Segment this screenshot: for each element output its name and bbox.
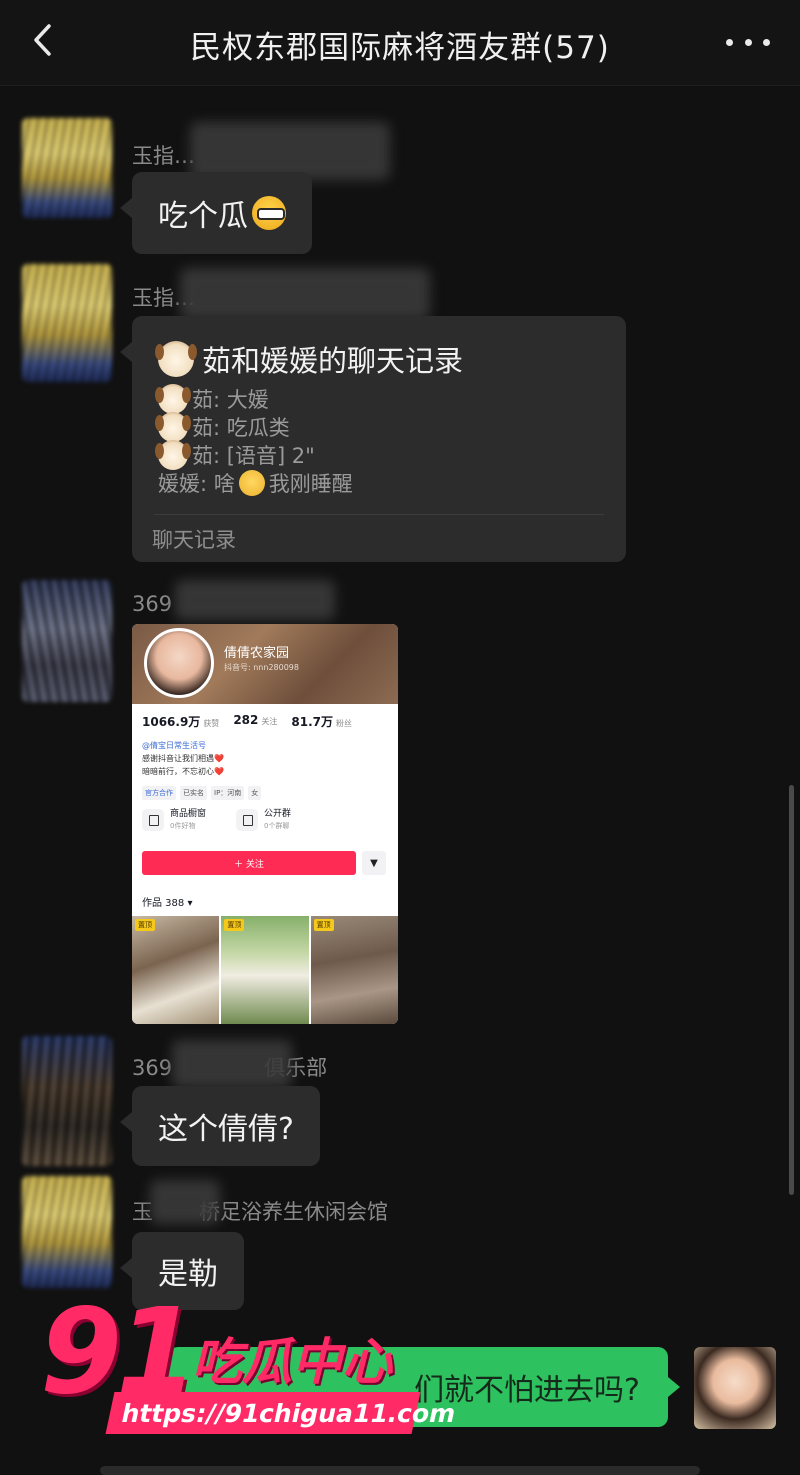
melon-eating-emoji-icon <box>252 196 286 230</box>
profile-name: 倩倩农家园 <box>224 646 290 661</box>
video-thumbnail: 置顶 <box>221 916 309 1024</box>
my-avatar[interactable] <box>694 1347 776 1429</box>
back-button[interactable] <box>22 18 66 62</box>
avatar[interactable] <box>22 118 112 218</box>
video-thumbnail: 置顶 <box>310 916 398 1024</box>
dropdown-icon: ▼ <box>362 851 386 875</box>
record-line: 茹: 吃瓜类 <box>155 412 290 442</box>
dog-emoji-icon <box>155 341 197 377</box>
profile-id: 抖音号: nnn280098 <box>224 663 299 672</box>
follow-button: ＋ 关注 <box>142 851 356 875</box>
avatar[interactable] <box>22 1036 112 1166</box>
input-bar <box>100 1466 700 1475</box>
message-bubble[interactable]: 吃个瓜 <box>120 172 312 254</box>
chat-record-title: 茹和媛媛的聊天记录 <box>202 344 464 378</box>
divider <box>154 514 604 515</box>
redaction-smudge <box>175 580 335 620</box>
sender-name: 369 <box>132 592 173 616</box>
works-count: 作品 388 ▾ <box>142 898 193 909</box>
video-thumbnails: 置顶 置顶 置顶 <box>132 916 398 1024</box>
chevron-left-icon <box>34 24 51 56</box>
profile-bio: 暗暗前行，不忘初心❤️ <box>142 767 224 776</box>
profile-stats: 1066.9万 获赞 282 关注 81.7万 粉丝 <box>142 713 352 729</box>
profile-cover: 倩倩农家园 抖音号: nnn280098 <box>132 624 398 704</box>
chat-record-card[interactable]: 茹和媛媛的聊天记录 茹: 大媛 茹: 吃瓜类 茹: [语音] 2" 媛媛: 啥 … <box>120 316 626 562</box>
group-chat-entry: 公开群 0个群聊 <box>236 808 291 832</box>
record-line: 媛媛: 啥 我刚睡醒 <box>158 470 353 496</box>
redaction-smudge <box>180 268 430 320</box>
profile-bio-handle: @倩宝日常生活号 <box>142 741 206 750</box>
dog-emoji-icon <box>155 440 191 470</box>
group-chat-icon <box>236 809 258 831</box>
chat-record-label: 聊天记录 <box>152 528 236 552</box>
message-bubble[interactable]: 这个倩倩? <box>120 1086 320 1166</box>
dog-emoji-icon <box>155 384 191 414</box>
record-line: 茹: [语音] 2" <box>155 440 315 470</box>
profile-screenshot-image[interactable]: 倩倩农家园 抖音号: nnn280098 1066.9万 获赞 282 关注 81.… <box>132 624 398 1024</box>
more-button[interactable] <box>726 30 770 54</box>
redaction-smudge <box>172 1040 292 1088</box>
record-line: 茹: 大媛 <box>155 384 269 414</box>
more-dots-icon <box>726 38 733 46</box>
chat-header: 民权东郡国际麻将酒友群(57) <box>0 0 800 86</box>
avatar[interactable] <box>22 580 112 702</box>
profile-avatar <box>144 628 214 698</box>
shop-window-entry: 商品橱窗 0件好物 <box>142 808 206 832</box>
profile-bio: 感谢抖音让我们相遇❤️ <box>142 754 224 763</box>
avatar[interactable] <box>22 1176 112 1288</box>
sleepy-face-emoji-icon <box>238 470 265 496</box>
avatar[interactable] <box>22 264 112 382</box>
scrollbar[interactable] <box>789 785 794 1195</box>
shop-bag-icon <box>142 809 164 831</box>
message-text: 这个倩倩? <box>158 1112 294 1147</box>
sender-name: 玉指… <box>132 144 195 168</box>
message-text: 吃个瓜 <box>158 199 248 234</box>
dog-emoji-icon <box>155 412 191 442</box>
profile-tags: 官方合作 已实名 IP：河南 女 <box>142 786 262 800</box>
redaction-smudge <box>150 1180 220 1224</box>
video-thumbnail: 置顶 <box>132 916 220 1024</box>
watermark-url: https://91chigua11.com <box>105 1392 459 1434</box>
chat-title: 民权东郡国际麻将酒友群(57) <box>190 30 610 66</box>
watermark-brand: 吃瓜中心 <box>192 1333 392 1391</box>
